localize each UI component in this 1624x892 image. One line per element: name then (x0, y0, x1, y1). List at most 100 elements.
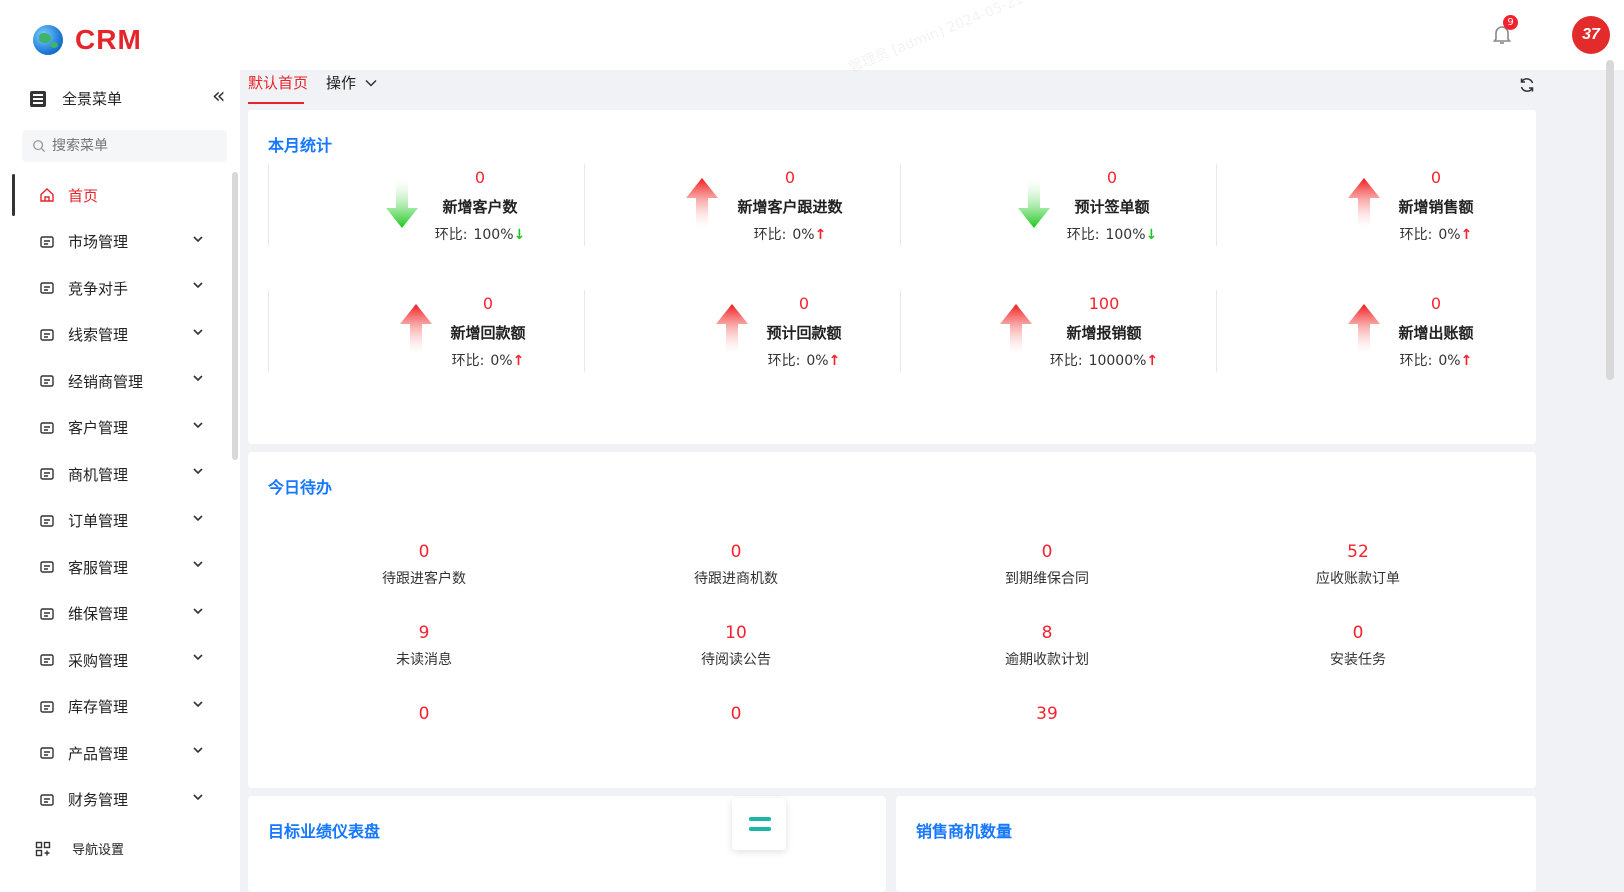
page-scrollbar[interactable] (1606, 60, 1614, 380)
stat-divider (1216, 164, 1217, 246)
menu-grid-icon (30, 90, 46, 107)
chevron-down-icon (192, 372, 204, 388)
stat-rate-label: 环比: (1049, 353, 1083, 369)
search-input[interactable] (52, 138, 212, 154)
collapse-icon[interactable]: « (212, 84, 225, 109)
sidebar-item[interactable]: 维保管理 (12, 591, 228, 638)
chevron-down-icon (192, 698, 204, 714)
floating-menu-button[interactable] (732, 798, 786, 850)
target-performance-card: 目标业绩仪表盘 (248, 796, 886, 892)
sidebar-menu: 首页市场管理竞争对手线索管理经销商管理客户管理商机管理订单管理客服管理 维保管理采… (12, 172, 228, 870)
warehouse-icon (38, 698, 56, 716)
sidebar-item[interactable]: 市场管理 (12, 219, 228, 266)
sidebar-item[interactable]: 客户管理 (12, 405, 228, 452)
sidebar-item[interactable]: 产品管理 (12, 730, 228, 777)
todo-item[interactable]: 0 待跟进商机数 (636, 542, 836, 588)
stat-value: 0 (482, 294, 494, 313)
stat-rate: 环比: 0%↑ (1356, 224, 1516, 244)
stat-rate-value: 100% (1105, 227, 1146, 243)
globe-icon (33, 25, 63, 55)
sidebar-search[interactable] (22, 130, 227, 162)
sidebar-item[interactable]: 经销商管理 (12, 358, 228, 405)
todo-item[interactable]: 0 待跟进客户数 (324, 542, 524, 588)
tab-operations-label: 操作 (326, 74, 357, 92)
arrow-up-icon (684, 178, 720, 228)
sidebar-scrollbar[interactable] (232, 172, 238, 460)
home-icon (38, 186, 56, 204)
todo-value: 0 (730, 704, 742, 724)
stat-value: 100 (1088, 294, 1120, 313)
trend-up-icon: ↑ (1146, 353, 1159, 369)
sidebar-item-label: 客户管理 (68, 419, 129, 438)
search-icon (33, 140, 46, 153)
todo-item[interactable]: 0 到期维保合同 (947, 542, 1147, 588)
briefcase-icon (38, 465, 56, 483)
sidebar-item-label: 商机管理 (68, 465, 129, 484)
sidebar-item[interactable]: 首页 (12, 172, 228, 219)
stat-rate-label: 环比: (753, 227, 787, 243)
todo-value: 52 (1347, 542, 1369, 562)
todo-name: 待阅读公告 (701, 652, 771, 668)
sidebar-item-label: 采购管理 (68, 651, 129, 670)
avatar[interactable]: 37 (1572, 16, 1610, 54)
todo-item[interactable]: 0 (636, 704, 836, 730)
refresh-icon[interactable] (1518, 76, 1536, 94)
todo-name: 安装任务 (1330, 652, 1386, 668)
sidebar: 全景菜单 « 首页市场管理竞争对手线索管理经销商管理客户管理商机管理订单管理客服… (0, 70, 240, 892)
stat-divider (584, 164, 585, 246)
arrow-up-icon (998, 304, 1034, 354)
todo-item[interactable]: 39 (947, 704, 1147, 730)
stat-divider (268, 164, 269, 246)
sidebar-item-label: 首页 (68, 186, 99, 205)
today-todo-card: 今日待办 0 待跟进客户数 0 待跟进商机数 0 到期维保合同 52 应收账款订单 9 未读消息 1… (248, 452, 1536, 788)
sidebar-item[interactable]: 线索管理 (12, 312, 228, 359)
wrench-icon (38, 605, 56, 623)
stat-value: 0 (1430, 168, 1442, 187)
sidebar-item-label: 线索管理 (68, 326, 129, 345)
sidebar-item-label: 竞争对手 (68, 279, 129, 298)
sidebar-title: 全景菜单 (30, 88, 122, 109)
tab-default-home[interactable]: 默认首页 (248, 72, 308, 93)
target-performance-title: 目标业绩仪表盘 (268, 822, 381, 841)
stat-name: 新增回款额 (450, 324, 526, 342)
chevron-down-icon (192, 419, 204, 435)
sidebar-item[interactable]: 库存管理 (12, 684, 228, 731)
sidebar-item[interactable]: 客服管理 (12, 544, 228, 591)
sidebar-item-label: 订单管理 (68, 512, 129, 531)
todo-name: 到期维保合同 (1005, 571, 1089, 587)
todo-item[interactable]: 9 未读消息 (324, 623, 524, 669)
chevron-down-icon (192, 279, 204, 295)
sidebar-item-label: 市场管理 (68, 233, 129, 252)
chevron-down-icon (192, 791, 204, 807)
logo[interactable]: CRM (33, 24, 142, 56)
stat-rate: 环比: 100%↓ (400, 224, 560, 244)
todo-item[interactable]: 8 逾期收款计划 (947, 623, 1147, 669)
todo-name: 逾期收款计划 (1005, 652, 1089, 668)
sidebar-item-label: 产品管理 (68, 744, 129, 763)
tab-operations[interactable]: 操作 (326, 72, 378, 93)
nav-settings-button[interactable]: 导航设置 (34, 839, 124, 858)
fab-line-icon (749, 817, 771, 821)
todo-name: 应收账款订单 (1316, 571, 1400, 587)
sidebar-item[interactable]: 采购管理 (12, 637, 228, 684)
sidebar-item[interactable]: 财务管理 (12, 777, 228, 824)
todo-item[interactable]: 0 安装任务 (1258, 623, 1458, 669)
stat-name: 新增出账额 (1398, 324, 1474, 342)
todo-item[interactable]: 10 待阅读公告 (636, 623, 836, 669)
stat-name: 新增报销额 (1066, 324, 1142, 342)
sidebar-item[interactable]: 竞争对手 (12, 265, 228, 312)
todo-name: 待跟进商机数 (694, 571, 778, 587)
stat-rate-label: 环比: (1066, 227, 1100, 243)
todo-item[interactable]: 52 应收账款订单 (1258, 542, 1458, 588)
finance-icon (38, 791, 56, 809)
sidebar-item[interactable]: 商机管理 (12, 451, 228, 498)
sidebar-item[interactable]: 订单管理 (12, 498, 228, 545)
sidebar-title-text: 全景菜单 (62, 90, 123, 108)
todo-item[interactable]: 0 (324, 704, 524, 730)
chevron-down-icon (192, 558, 204, 574)
cart-icon (38, 651, 56, 669)
chevron-down-icon (192, 744, 204, 760)
stat-rate-value: 100% (473, 227, 514, 243)
sidebar-item-label: 财务管理 (68, 791, 129, 810)
stat-divider (268, 290, 269, 372)
